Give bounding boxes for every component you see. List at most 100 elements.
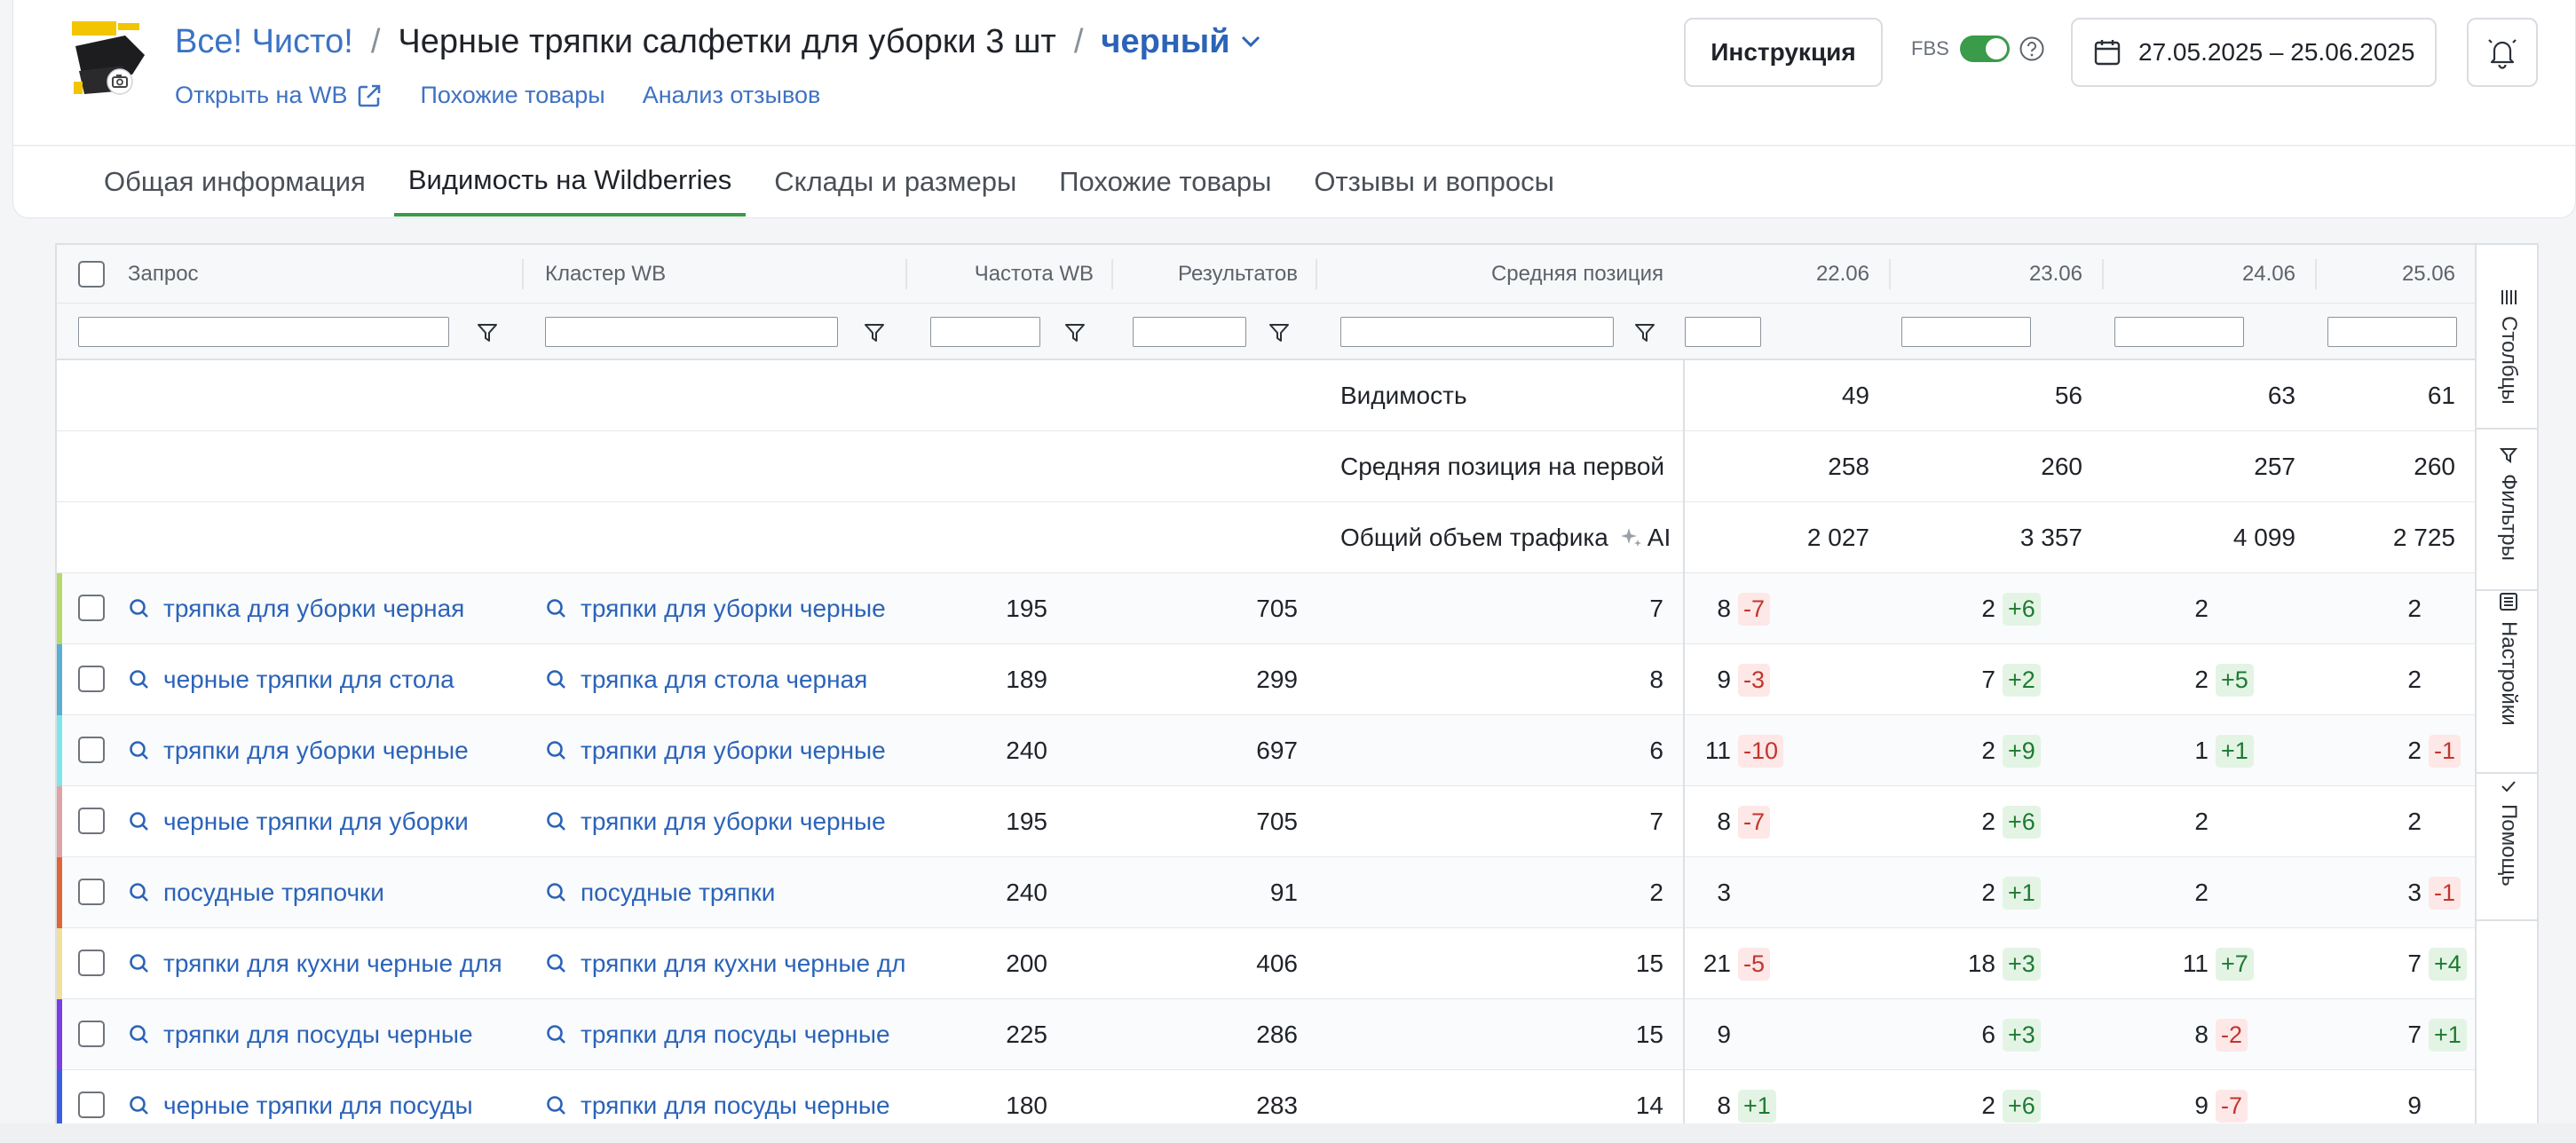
row-checkbox[interactable] [78,879,105,905]
column-header-date[interactable]: 23.06 [1889,245,2082,303]
open-wb-link[interactable]: Открыть на WB [175,82,383,109]
tab-similar-products[interactable]: Похожие товары [1045,147,1285,217]
ai-badge[interactable]: AI [1648,524,1671,552]
help-circle-icon[interactable] [2019,35,2045,62]
reviews-analysis-link[interactable]: Анализ отзывов [643,82,821,109]
side-tab-settings[interactable]: Настройки [2477,591,2537,774]
cluster-link[interactable]: тряпки для уборки черные [545,786,905,857]
column-divider [1316,259,1317,289]
table-row[interactable]: черные тряпки для уборки тряпки для убор… [57,786,2475,857]
query-link[interactable]: черные тряпки для уборки [128,786,559,857]
filter-avg-position-input[interactable] [1340,317,1614,347]
column-header-date[interactable]: 24.06 [2102,245,2295,303]
product-thumbnail[interactable] [70,20,148,101]
filter-icon[interactable] [863,321,886,344]
breadcrumb-brand-link[interactable]: Все! Чисто! [175,23,353,61]
query-link[interactable]: тряпки для посуды черные [128,999,559,1070]
column-header-frequency[interactable]: Частота WB [918,245,1094,303]
frequency-value: 225 [1006,1021,1047,1048]
row-checkbox[interactable] [78,737,105,763]
filter-date-cell [1685,303,1761,360]
select-all-checkbox[interactable] [78,261,105,288]
column-header-query[interactable]: Запрос [128,245,199,303]
filter-date-input[interactable] [1685,317,1761,347]
summary-value: 3 357 [2019,524,2082,551]
fbs-toggle[interactable] [1959,35,2010,62]
row-checkbox[interactable] [78,1092,105,1118]
summary-label-cell: Средняя позиция на первой [1340,431,1664,502]
row-checkbox[interactable] [78,808,105,834]
check-icon [2501,781,2516,792]
query-link[interactable]: черные тряпки для посуды [128,1070,559,1129]
query-link[interactable]: черные тряпки для стола [128,644,559,715]
cluster-link[interactable]: тряпки для уборки черные [545,715,905,786]
summary-value: 63 [2267,382,2295,409]
tab-reviews-questions[interactable]: Отзывы и вопросы [1300,147,1569,217]
column-header-avg-position[interactable]: Средняя позиция [1326,245,1663,303]
filter-frequency-input[interactable] [930,317,1040,347]
search-icon [130,1096,148,1115]
cluster-link[interactable]: тряпки для уборки черные [545,573,905,644]
filter-date-input[interactable] [1901,317,2031,347]
query-link[interactable]: посудные тряпочки [128,857,559,928]
cluster-link[interactable]: посудные тряпки [545,857,905,928]
tab-warehouses[interactable]: Склады и размеры [760,147,1031,217]
notifications-button[interactable] [2467,18,2538,87]
filter-icon[interactable] [1268,321,1291,344]
filter-query-input[interactable] [78,317,449,347]
column-divider [1111,259,1113,289]
bell-icon [2488,39,2517,69]
variant-dropdown[interactable]: черный [1101,23,1260,61]
cluster-text: тряпка для стола черная [581,666,868,693]
cluster-link[interactable]: тряпка для стола черная [545,644,905,715]
date-range-picker[interactable]: 27.05.2025 – 25.06.2025 [2071,18,2437,87]
day-position: 6 [1981,1021,1995,1048]
page-title: Черные тряпки салфетки для уборки 3 шт [398,22,1056,60]
tab-general-info[interactable]: Общая информация [90,147,380,217]
query-link[interactable]: тряпки для уборки черные [128,715,559,786]
filter-date-input[interactable] [2327,317,2457,347]
table-row[interactable]: тряпка для уборки черная тряпки для убор… [57,573,2475,644]
table-row[interactable]: посудные тряпочки посудные тряпки 240 91 2 3… [57,857,2475,928]
day-cell: 18 +3 [1962,928,2041,999]
column-header-date[interactable]: 25.06 [2315,245,2455,303]
sparkle-icon [1620,528,1641,547]
side-tab-columns[interactable]: Столбцы [2477,288,2537,430]
cluster-link[interactable]: тряпки для посуды черные [545,999,905,1070]
table-row[interactable]: тряпки для уборки черные тряпки для убор… [57,715,2475,786]
side-tab-columns-label: Столбцы [2497,316,2521,405]
position-delta-badge: +7 [2216,947,2254,981]
table-row[interactable]: черные тряпки для посуды тряпки для посу… [57,1070,2475,1129]
side-tab-help[interactable]: Помощь [2477,777,2537,921]
table-row[interactable]: тряпки для кухни черные для тряпки для к… [57,928,2475,999]
filter-row [57,303,2475,360]
position-delta-badge: -2 [2216,1018,2248,1052]
side-tab-settings-label: Настройки [2497,621,2521,726]
frequency-value: 240 [1006,737,1047,764]
column-header-cluster[interactable]: Кластер WB [545,245,666,303]
filter-results-input[interactable] [1133,317,1246,347]
table-row[interactable]: черные тряпки для стола тряпка для стола… [57,644,2475,715]
query-link[interactable]: тряпка для уборки черная [128,573,559,644]
column-header-results[interactable]: Результатов [1122,245,1298,303]
filter-date-input[interactable] [2114,317,2244,347]
query-link[interactable]: тряпки для кухни черные для [128,928,559,999]
similar-products-link[interactable]: Похожие товары [420,82,604,109]
table-row[interactable]: тряпки для посуды черные тряпки для посу… [57,999,2475,1070]
filter-icon[interactable] [1633,321,1656,344]
cluster-link[interactable]: тряпки для посуды черные [545,1070,905,1129]
row-checkbox[interactable] [78,950,105,976]
row-checkbox[interactable] [78,666,105,692]
row-checkbox[interactable] [78,595,105,621]
filter-cluster-input[interactable] [545,317,838,347]
side-tab-filters[interactable]: Фильтры [2477,445,2537,591]
column-header-date[interactable]: 22.06 [1685,245,1869,303]
filter-icon[interactable] [476,321,499,344]
position-delta-badge: +3 [2003,1018,2041,1052]
cluster-link[interactable]: тряпки для кухни черные для [545,928,905,999]
day-cell: 2 [2175,573,2209,644]
instruction-button[interactable]: Инструкция [1684,18,1883,87]
row-checkbox[interactable] [78,1021,105,1047]
filter-icon[interactable] [1063,321,1087,344]
tab-visibility[interactable]: Видимость на Wildberries [393,147,747,217]
